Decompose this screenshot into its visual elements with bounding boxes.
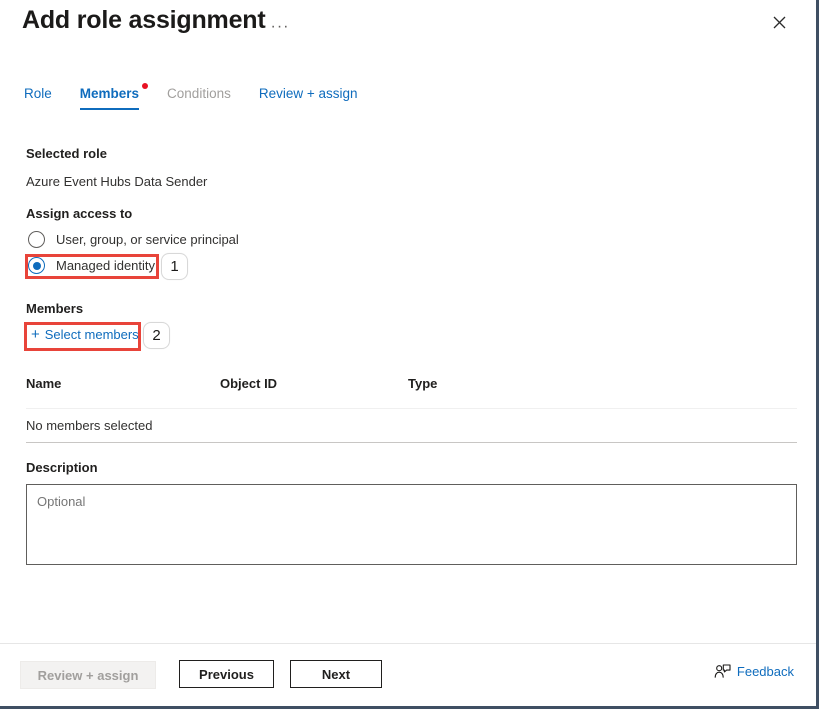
radio-checked-icon <box>28 257 45 274</box>
annotation-badge-1: 1 <box>161 253 188 280</box>
review-assign-button[interactable]: Review + assign <box>20 661 156 689</box>
table-row-empty: No members selected <box>26 409 797 442</box>
members-label: Members <box>26 301 83 316</box>
radio-managed-identity[interactable]: Managed identity <box>28 257 155 274</box>
assign-access-to-label: Assign access to <box>26 206 132 221</box>
empty-state-message: No members selected <box>26 418 152 433</box>
members-table: Name Object ID Type No members selected <box>26 376 797 443</box>
description-label: Description <box>26 460 98 475</box>
column-header-name: Name <box>26 376 220 391</box>
radio-user-group-service-principal[interactable]: User, group, or service principal <box>28 231 239 248</box>
annotation-badge-2: 2 <box>143 322 170 349</box>
radio-unchecked-icon <box>28 231 45 248</box>
column-header-type: Type <box>408 376 797 391</box>
feedback-link[interactable]: Feedback <box>714 664 794 679</box>
radio-user-group-service-principal-label: User, group, or service principal <box>56 232 239 247</box>
select-members-button[interactable]: + Select members <box>31 327 139 342</box>
feedback-label: Feedback <box>737 664 794 679</box>
column-header-object-id: Object ID <box>220 376 408 391</box>
selected-role-label: Selected role <box>26 146 107 161</box>
previous-button[interactable]: Previous <box>179 660 274 688</box>
plus-icon: + <box>31 327 40 342</box>
footer-divider <box>0 643 816 644</box>
table-bottom-divider <box>26 442 797 443</box>
next-button[interactable]: Next <box>290 660 382 688</box>
description-placeholder: Optional <box>37 494 85 509</box>
radio-managed-identity-label: Managed identity <box>56 258 155 273</box>
members-table-header: Name Object ID Type <box>26 376 797 402</box>
select-members-label: Select members <box>45 327 139 342</box>
person-feedback-icon <box>714 664 731 679</box>
description-input[interactable]: Optional <box>26 484 797 565</box>
selected-role-value: Azure Event Hubs Data Sender <box>26 174 207 189</box>
panel-content: Selected role Azure Event Hubs Data Send… <box>0 0 816 706</box>
add-role-assignment-panel: Add role assignment ··· Role Members Con… <box>0 0 819 709</box>
